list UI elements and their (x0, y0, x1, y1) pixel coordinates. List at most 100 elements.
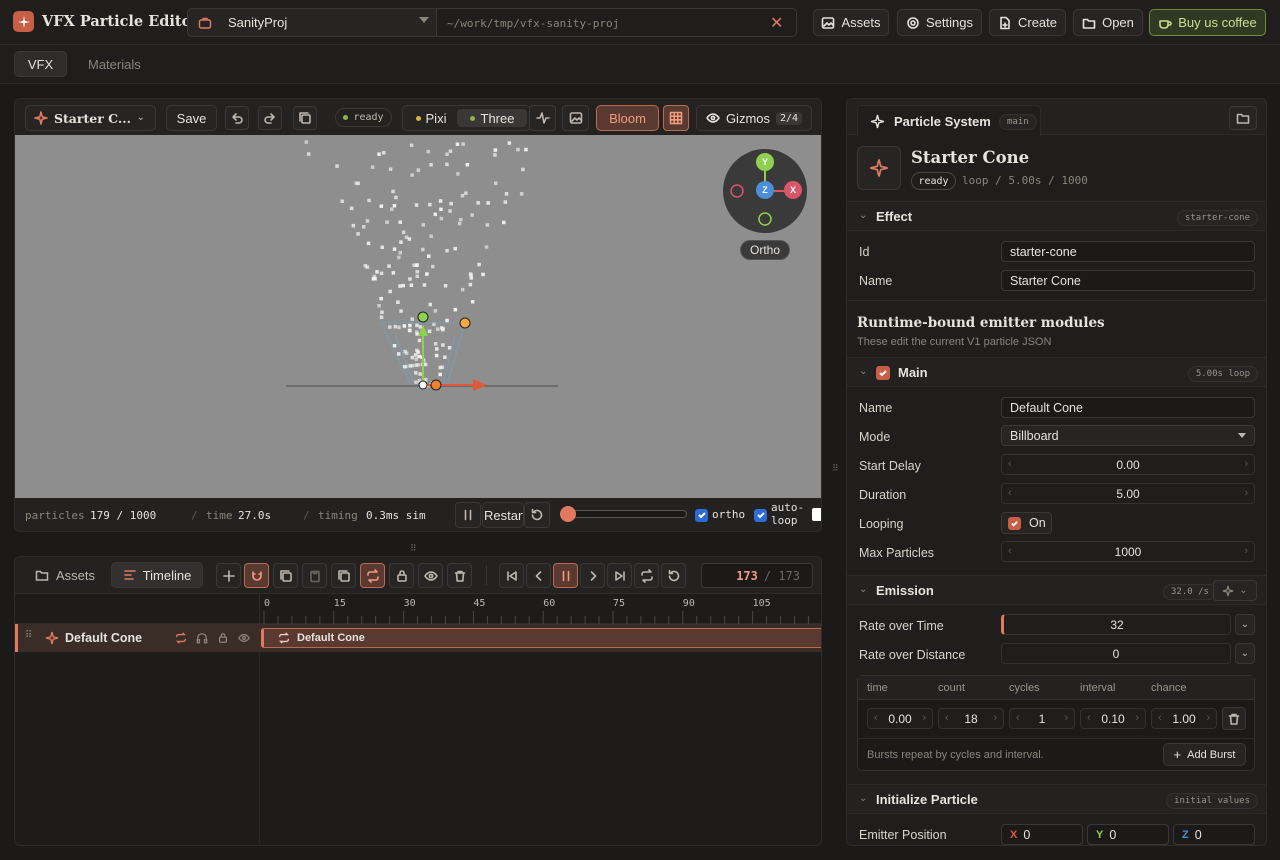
extra-checkbox[interactable] (812, 508, 821, 521)
burst-chance-stepper[interactable]: ‹ 1.00 › (1151, 708, 1217, 729)
delete-burst-button[interactable] (1222, 707, 1246, 730)
tab-materials[interactable]: Materials (88, 57, 141, 72)
loop-toggle[interactable] (360, 563, 385, 588)
rate-over-distance-mode[interactable]: ⌄ (1235, 643, 1255, 664)
open-button[interactable]: Open (1073, 9, 1143, 36)
scrub-slider[interactable] (560, 506, 687, 522)
frame-counter[interactable]: 173 / 173 (701, 563, 813, 588)
mode-select[interactable]: Billboard (1001, 425, 1255, 446)
magnet-toggle[interactable] (244, 563, 269, 588)
lock-icon[interactable] (217, 632, 229, 644)
horizontal-resize-handle[interactable]: ⠿ (410, 543, 418, 554)
pixi-option[interactable]: Pixi (407, 109, 455, 127)
bloom-toggle[interactable]: Bloom (596, 105, 659, 131)
timeline-clip[interactable]: Default Cone (261, 628, 821, 648)
rate-over-time-mode[interactable]: ⌄ (1235, 614, 1255, 635)
start-delay-stepper[interactable]: ‹ 0.00 › (1001, 454, 1255, 475)
axis-x-ball[interactable]: X (784, 181, 802, 199)
vertical-resize-handle[interactable]: ⠿ (832, 463, 839, 474)
axis-z-ball[interactable]: Z (756, 181, 774, 199)
step-forward-button[interactable] (580, 563, 605, 588)
timeline-ruler[interactable]: 0 15 30 45 60 75 90 105 (259, 594, 821, 624)
max-particles-stepper[interactable]: ‹ 1000 › (1001, 541, 1255, 562)
drag-handle-icon[interactable]: ⠿ (25, 630, 32, 641)
tab-timeline[interactable]: Timeline (111, 562, 203, 588)
redo-button[interactable] (258, 106, 282, 130)
axis-y-ball[interactable]: Y (756, 153, 774, 171)
step-back-button[interactable] (526, 563, 551, 588)
position-z-field[interactable]: Z0 (1173, 824, 1255, 845)
position-x-field[interactable]: X0 (1001, 824, 1083, 845)
skip-end-button[interactable] (607, 563, 632, 588)
skip-start-button[interactable] (499, 563, 524, 588)
visibility-button[interactable] (418, 563, 443, 588)
viewport-canvas[interactable]: Y Z X Ortho (15, 135, 821, 498)
autoloop-checkbox[interactable] (754, 508, 767, 523)
eye-icon[interactable] (238, 632, 250, 644)
headphones-icon[interactable] (196, 632, 208, 644)
add-track-button[interactable] (216, 563, 241, 588)
tab-vfx[interactable]: VFX (14, 51, 67, 77)
add-burst-button[interactable]: + Add Burst (1163, 743, 1246, 766)
effect-selector[interactable]: Starter C... ⌄ (25, 105, 156, 131)
y-handle[interactable] (417, 311, 429, 323)
undo-button[interactable] (225, 106, 249, 130)
gizmos-button[interactable]: Gizmos 2/4 (696, 105, 812, 131)
looping-toggle[interactable]: On (1001, 512, 1052, 534)
copy-button[interactable] (273, 563, 298, 588)
origin-handle[interactable] (418, 380, 428, 390)
background-image-button[interactable] (562, 105, 589, 131)
open-folder-button[interactable] (1229, 106, 1257, 130)
rate-over-distance-slider[interactable]: 0 (1001, 643, 1231, 664)
project-path-field[interactable]: ~/work/tmp/vfx-sanity-proj ✕ (436, 8, 797, 37)
grid-toggle[interactable] (663, 105, 689, 131)
timeline-pause-button[interactable] (553, 563, 578, 588)
lock-button[interactable] (389, 563, 414, 588)
save-button[interactable]: Save (166, 105, 217, 131)
init-section-header[interactable]: ⌄ Initialize Particle initial values (847, 784, 1266, 814)
ortho-badge[interactable]: Ortho (740, 240, 790, 260)
burst-cycles-stepper[interactable]: ‹ 1 › (1009, 708, 1075, 729)
pulse-button[interactable] (529, 105, 556, 131)
restart-button[interactable]: Restart (482, 502, 524, 528)
buy-coffee-button[interactable]: Buy us coffee (1149, 9, 1266, 36)
duplicate-button[interactable] (293, 106, 317, 130)
loop-playback-button[interactable] (634, 563, 659, 588)
emission-section-header[interactable]: ⌄ Emission 32.0 /s ⌄ (847, 575, 1266, 605)
particle (388, 167, 393, 171)
main-section-header[interactable]: ⌄ Main 5.00s loop (847, 357, 1266, 387)
burst-count-stepper[interactable]: ‹ 18 › (938, 708, 1004, 729)
burst-time-stepper[interactable]: ‹ 0.00 › (867, 708, 933, 729)
rate-over-time-slider[interactable]: 32 (1001, 614, 1231, 635)
close-icon[interactable]: ✕ (770, 13, 783, 33)
radius-handle[interactable] (459, 317, 471, 329)
reset-button[interactable] (524, 502, 550, 528)
slider-thumb[interactable] (560, 506, 576, 522)
delete-track-button[interactable] (447, 563, 472, 588)
repeat-icon[interactable] (175, 632, 187, 644)
ortho-checkbox[interactable] (695, 508, 708, 523)
orientation-gizmo[interactable]: Y Z X (723, 149, 807, 233)
name-field[interactable]: Starter Cone (1001, 270, 1255, 291)
emission-shape-dropdown[interactable]: ⌄ (1213, 580, 1257, 601)
project-selector[interactable]: SanityProj (187, 8, 437, 37)
main-enabled-checkbox[interactable] (876, 366, 890, 380)
track-row[interactable]: ⠿ Default Cone (15, 624, 259, 652)
main-name-field[interactable]: Default Cone (1001, 397, 1255, 418)
create-button[interactable]: Create (989, 9, 1066, 36)
id-field[interactable]: starter-cone (1001, 241, 1255, 262)
rewind-button[interactable] (661, 563, 686, 588)
duration-stepper[interactable]: ‹ 5.00 › (1001, 483, 1255, 504)
assets-button[interactable]: Assets (813, 9, 889, 36)
three-option[interactable]: Three (457, 109, 527, 127)
duplicate-track-button[interactable] (331, 563, 356, 588)
pause-button[interactable] (455, 502, 481, 528)
effect-section-header[interactable]: ⌄ Effect starter-cone (847, 201, 1266, 231)
settings-button[interactable]: Settings (897, 9, 982, 36)
position-y-field[interactable]: Y0 (1087, 824, 1169, 845)
x-handle[interactable] (430, 379, 442, 391)
paste-button[interactable] (302, 563, 327, 588)
tab-assets[interactable]: Assets (35, 568, 95, 583)
burst-interval-stepper[interactable]: ‹ 0.10 › (1080, 708, 1146, 729)
tab-particle-system[interactable]: Particle System main (857, 105, 1041, 136)
